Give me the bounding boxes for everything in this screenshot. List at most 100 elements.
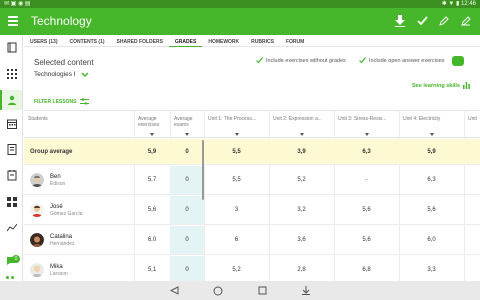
grade-cell: 5,1 bbox=[147, 267, 157, 273]
help-bubble-icon[interactable] bbox=[452, 56, 464, 66]
chat-badge: 0 bbox=[12, 255, 20, 263]
more-dots-icon[interactable] bbox=[6, 276, 14, 279]
apps-grid-icon[interactable] bbox=[4, 66, 19, 81]
grade-cell[interactable]: 3 bbox=[204, 196, 269, 224]
header-unit-5[interactable]: Unit bbox=[464, 111, 480, 139]
group-average-label: Group average bbox=[30, 148, 73, 155]
page-title: Technology bbox=[31, 14, 92, 28]
student-first-name: Ben bbox=[50, 173, 61, 180]
stats-icon[interactable] bbox=[4, 220, 19, 235]
option-without-grades-label: Include exercises without grades bbox=[266, 57, 346, 64]
users-icon[interactable] bbox=[0, 90, 22, 110]
grade-cell[interactable]: 2,8 bbox=[269, 256, 334, 281]
header-unit-4[interactable]: Unit 4: Electricity bbox=[399, 111, 464, 139]
grade-cell[interactable]: 5,2 bbox=[204, 256, 269, 281]
grades-table: Students Average exercises Average exams… bbox=[24, 110, 480, 281]
grade-cell[interactable]: 5,6 bbox=[399, 196, 464, 224]
notes-icon[interactable] bbox=[4, 142, 19, 157]
grade-cell[interactable]: 6,0 bbox=[399, 226, 464, 254]
edit-pen-icon[interactable] bbox=[460, 14, 472, 28]
header-students: Students bbox=[28, 116, 48, 122]
filter-lessons-label: FILTER LESSONS bbox=[34, 98, 77, 105]
grade-cell: 6,0 bbox=[147, 237, 157, 243]
back-icon[interactable] bbox=[169, 286, 179, 296]
grade-cell: 0 bbox=[170, 256, 204, 281]
tab-rubrics[interactable]: RUBRICS bbox=[245, 35, 280, 47]
grade-cell: 0 bbox=[170, 226, 204, 254]
pencil-icon[interactable] bbox=[438, 14, 450, 28]
grade-cell[interactable]: 3,3 bbox=[399, 256, 464, 281]
see-learning-skills-link[interactable]: See learning skills bbox=[412, 82, 470, 89]
grade-cell[interactable]: 5,5 bbox=[204, 166, 269, 194]
student-jose[interactable]: José Gómez García bbox=[30, 203, 83, 217]
system-nav-bar bbox=[0, 281, 480, 300]
grade-cell[interactable]: 3,2 bbox=[269, 196, 334, 224]
tab-grades[interactable]: GRADES bbox=[168, 35, 203, 47]
status-left: ✉ ▣ ◉ ▤ bbox=[4, 1, 31, 7]
checkbox-checked-icon[interactable] bbox=[256, 57, 263, 64]
header-unit-1[interactable]: Unit 1: The Process... bbox=[204, 111, 269, 139]
grade-cell[interactable]: 6 bbox=[204, 226, 269, 254]
header-average-exams[interactable]: Average exams bbox=[170, 111, 204, 139]
selected-content-heading: Selected content bbox=[34, 58, 94, 67]
tab-contents[interactable]: CONTENTS (1) bbox=[64, 35, 111, 47]
header-unit-3[interactable]: Unit 3: Stress-Resis... bbox=[334, 111, 399, 139]
avg-unit-4-cell: 5,9 bbox=[427, 148, 436, 155]
student-mika[interactable]: Mika Larsson bbox=[30, 263, 68, 277]
tab-shared-folders[interactable]: SHARED FOLDERS bbox=[111, 35, 169, 47]
download-icon[interactable] bbox=[394, 14, 406, 28]
menu-icon[interactable] bbox=[8, 14, 20, 28]
grade-cell[interactable]: 5,6 bbox=[334, 196, 399, 224]
header-unit-2[interactable]: Unit 2: Expression a... bbox=[269, 111, 334, 139]
status-right: ✱ ▼ ▮ 12:46 bbox=[441, 1, 476, 7]
book-icon[interactable] bbox=[4, 40, 19, 55]
grade-cell: 5,7 bbox=[147, 177, 157, 183]
grade-cell: 5,6 bbox=[147, 207, 157, 213]
tab-homework[interactable]: HOMEWORK bbox=[202, 35, 245, 47]
grade-cell[interactable]: - bbox=[334, 166, 399, 194]
student-last-name: Hernández bbox=[50, 240, 75, 247]
planner-icon[interactable] bbox=[4, 168, 19, 183]
option-without-grades[interactable]: Include exercises without grades bbox=[256, 57, 346, 64]
tab-bar: USERS (13) CONTENTS (1) SHARED FOLDERS G… bbox=[24, 35, 480, 47]
table-header: Students Average exercises Average exams… bbox=[24, 110, 480, 138]
avatar bbox=[30, 173, 44, 187]
grade-cell[interactable]: 5,6 bbox=[334, 226, 399, 254]
student-last-name: Larsson bbox=[50, 270, 68, 277]
header-average-exercises[interactable]: Average exercises bbox=[134, 111, 170, 139]
home-icon[interactable] bbox=[213, 286, 223, 296]
checkbox-checked-icon[interactable] bbox=[359, 57, 366, 64]
tab-forum[interactable]: FORUM bbox=[280, 35, 310, 47]
table-row[interactable]: Mika Larsson 5,1 0 5,2 2,8 6,8 3,3 bbox=[24, 256, 480, 281]
content-dropdown[interactable]: Technologies I bbox=[34, 71, 89, 78]
student-first-name: Catalina bbox=[50, 233, 73, 240]
filter-lessons-button[interactable]: FILTER LESSONS bbox=[34, 98, 90, 105]
status-bar: ✉ ▣ ◉ ▤ ✱ ▼ ▮ 12:46 bbox=[0, 0, 480, 8]
check-icon[interactable] bbox=[416, 14, 428, 28]
calendar-icon[interactable] bbox=[4, 116, 19, 131]
table-row[interactable]: José Gómez García 5,6 0 3 3,2 5,6 5,6 bbox=[24, 196, 480, 225]
student-first-name: Mika bbox=[50, 263, 63, 270]
content-dropdown-value: Technologies I bbox=[34, 71, 76, 78]
left-rail: 0 bbox=[0, 35, 23, 281]
tab-users[interactable]: USERS (13) bbox=[24, 35, 64, 47]
grade-cell[interactable]: 3,6 bbox=[269, 226, 334, 254]
student-ben[interactable]: Ben Edison bbox=[30, 173, 65, 187]
table-row[interactable]: Catalina Hernández 6,0 0 6 3,6 5,6 6,0 bbox=[24, 226, 480, 255]
modules-icon[interactable] bbox=[4, 194, 19, 209]
recents-icon[interactable] bbox=[257, 286, 267, 296]
chevron-down-icon bbox=[81, 71, 89, 77]
grade-cell[interactable]: 6,8 bbox=[334, 256, 399, 281]
notifications-icon[interactable] bbox=[301, 286, 311, 296]
grade-cell[interactable]: 6,3 bbox=[399, 166, 464, 194]
grade-cell[interactable]: 5,2 bbox=[269, 166, 334, 194]
student-first-name: José bbox=[50, 203, 63, 210]
avg-exercises-cell: 5,9 bbox=[147, 148, 157, 155]
student-last-name: Gómez García bbox=[50, 210, 83, 217]
table-row[interactable]: Ben Edison 5,7 0 5,5 5,2 - 6,3 bbox=[24, 166, 480, 195]
student-last-name: Edison bbox=[50, 180, 66, 187]
avatar bbox=[30, 233, 44, 247]
option-open-answer[interactable]: Include open answer exercises bbox=[359, 57, 445, 64]
student-catalina[interactable]: Catalina Hernández bbox=[30, 233, 74, 247]
column-scroll-handle[interactable] bbox=[202, 140, 204, 200]
